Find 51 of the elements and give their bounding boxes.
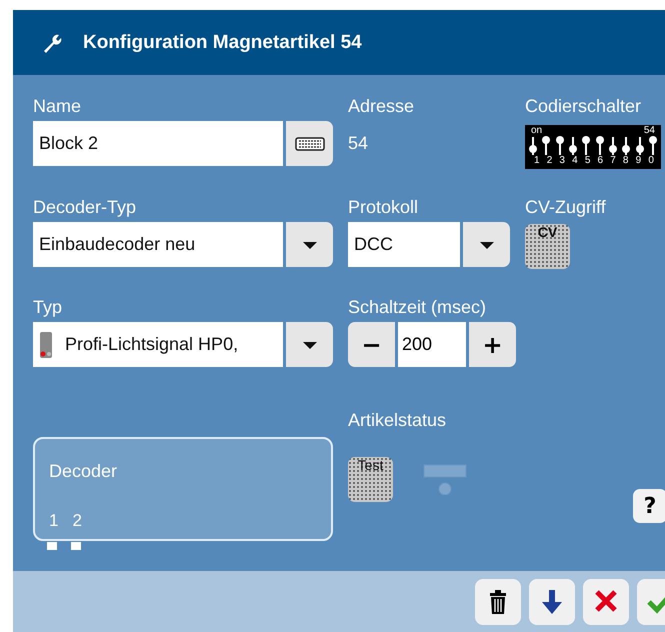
on-label: on xyxy=(531,126,542,136)
field-label: Decoder-Typ xyxy=(33,196,138,218)
field-label: Typ xyxy=(33,296,64,318)
port-number: 1 xyxy=(49,511,58,531)
field-label: Codierschalter xyxy=(525,95,642,117)
number-field[interactable]: 200 xyxy=(398,322,466,367)
keyboard-icon xyxy=(294,136,324,152)
switch-number: 0 xyxy=(648,156,654,166)
switch-number: 1 xyxy=(534,156,540,166)
dropdown-value: DCC xyxy=(354,234,393,255)
dropdown-field[interactable]: DCC xyxy=(348,222,460,267)
switch-number: 2 xyxy=(546,156,552,166)
move-down-button[interactable] xyxy=(529,578,575,624)
minus-button[interactable]: − xyxy=(348,322,395,367)
window-title: Konfiguration Magnetartikel 54 xyxy=(83,32,362,54)
field-label: Schaltzeit (msec) xyxy=(348,296,488,318)
dropdown-field[interactable]: Profi-Lichtsignal HP0, xyxy=(33,322,283,367)
port-number: 2 xyxy=(72,511,82,531)
switch-number: 7 xyxy=(610,156,616,166)
switch-number: 9 xyxy=(636,156,642,166)
field-label: Protokoll xyxy=(348,196,420,218)
dropdown-button[interactable] xyxy=(286,322,333,367)
keyboard-button[interactable] xyxy=(286,121,333,166)
cv-button[interactable]: CV xyxy=(525,224,570,269)
help-button[interactable]: ? xyxy=(633,489,665,523)
dropdown-field[interactable]: Einbaudecoder neu xyxy=(33,222,283,267)
dropdown-button[interactable] xyxy=(463,222,510,267)
cancel-button[interactable] xyxy=(583,578,629,624)
field-label: CV-Zugriff xyxy=(525,196,607,218)
down-arrow-icon xyxy=(539,588,565,616)
switch-number: 5 xyxy=(584,156,590,166)
signal-icon xyxy=(39,330,53,358)
field-label: Adresse xyxy=(348,95,416,117)
switch-number: 3 xyxy=(559,156,565,166)
address-value: 54 xyxy=(348,132,370,155)
field-label: Name xyxy=(33,95,82,117)
dropdown-value: Einbaudecoder neu xyxy=(39,234,196,255)
delete-button[interactable] xyxy=(475,578,521,624)
connector-pin xyxy=(71,542,81,550)
switch-number: 8 xyxy=(622,156,628,166)
field-label: Artikelstatus xyxy=(348,409,448,431)
test-button[interactable]: Test xyxy=(348,457,393,502)
input-field[interactable]: Block 2 xyxy=(33,121,283,166)
dropdown-value: Profi-Lichtsignal HP0, xyxy=(65,334,238,355)
switch-number: 6 xyxy=(598,156,604,166)
plus-button[interactable]: + xyxy=(469,322,516,367)
dropdown-button[interactable] xyxy=(286,222,333,267)
address-label: 54 xyxy=(644,126,655,136)
switch-number: 4 xyxy=(572,156,578,166)
decoder-title: Decoder xyxy=(49,461,118,482)
connector-pin xyxy=(47,542,57,550)
